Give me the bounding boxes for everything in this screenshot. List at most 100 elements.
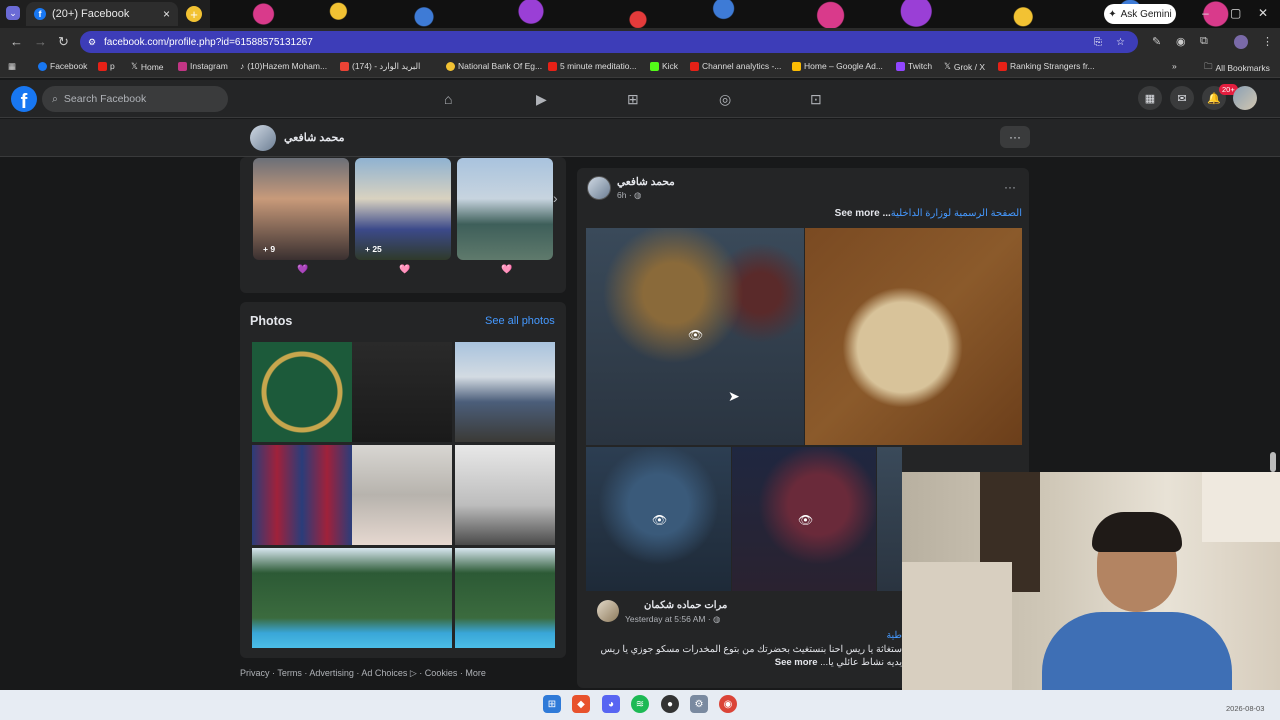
- ask-gemini-button[interactable]: ✦ Ask Gemini: [1104, 4, 1176, 24]
- profile-avatar[interactable]: [250, 125, 276, 151]
- browser-tab-strip: ⌄ f (20+) Facebook × + ✦ Ask Gemini – ▢ ✕: [0, 0, 1280, 28]
- featured-item[interactable]: [457, 158, 553, 260]
- bookmark-label: Instagram: [190, 61, 228, 71]
- messenger-icon[interactable]: ✉: [1170, 86, 1194, 110]
- profile-more-button[interactable]: ···: [1000, 126, 1030, 148]
- bookmark-tiktok[interactable]: ♪ (10)Hazem Moham...: [240, 61, 327, 71]
- shared-post-link[interactable]: طية: [590, 630, 902, 641]
- photo-thumbnail[interactable]: [352, 342, 452, 442]
- bookmark-channel-analytics[interactable]: Channel analytics -...: [690, 61, 781, 71]
- blurred-post-image[interactable]: 👁: [586, 228, 804, 445]
- post-menu-button[interactable]: ···: [1004, 180, 1016, 194]
- hidden-content-eye-icon[interactable]: 👁: [652, 513, 667, 527]
- reload-icon[interactable]: ↻: [58, 34, 69, 50]
- home-icon[interactable]: ⌂: [444, 91, 452, 107]
- gaming-icon[interactable]: ⊡: [810, 91, 822, 108]
- tab-close-icon[interactable]: ×: [163, 7, 170, 21]
- photo-thumbnail[interactable]: [352, 548, 452, 648]
- hidden-content-eye-icon[interactable]: 👁: [798, 513, 813, 527]
- bookmark-national-bank[interactable]: National Bank Of Eg...: [446, 61, 542, 71]
- shared-post-timestamp[interactable]: Yesterday at 5:56 AM · ◍: [625, 614, 720, 625]
- address-bar[interactable]: ⚙ facebook.com/profile.php?id=6158857513…: [80, 31, 1138, 53]
- hidden-content-eye-icon[interactable]: 👁: [688, 328, 703, 342]
- bookmark-twitch[interactable]: Twitch: [896, 61, 932, 71]
- apps-grid-icon[interactable]: ▦: [8, 61, 16, 72]
- all-bookmarks-folder[interactable]: 🗀 All Bookmarks: [1204, 61, 1270, 75]
- account-avatar[interactable]: [1233, 86, 1257, 110]
- browser-tab-facebook[interactable]: f (20+) Facebook ×: [26, 2, 178, 26]
- photo-thumbnail[interactable]: [455, 548, 555, 648]
- bookmark-grok[interactable]: 𝕏 Grok / X: [944, 61, 985, 72]
- shared-see-more-link[interactable]: See more: [775, 657, 818, 668]
- marketplace-icon[interactable]: ⊞: [627, 91, 639, 108]
- bookmark-label: Ranking Strangers fr...: [1010, 61, 1095, 71]
- browser-menu-icon[interactable]: ⋮: [1262, 35, 1273, 48]
- bookmark-kick[interactable]: Kick: [650, 61, 678, 71]
- shared-post-avatar[interactable]: [597, 600, 619, 622]
- forward-icon[interactable]: →: [34, 34, 47, 49]
- photo-thumbnail[interactable]: [455, 342, 555, 442]
- scrollbar-thumb[interactable]: [1270, 452, 1276, 472]
- post-timestamp[interactable]: 6h · ◍: [617, 190, 641, 201]
- minimize-icon[interactable]: –: [1202, 6, 1209, 20]
- groups-icon[interactable]: ◎: [719, 91, 731, 108]
- bookmark-meditation[interactable]: 5 minute meditatio...: [548, 61, 637, 71]
- see-more-link[interactable]: See more ...: [835, 208, 891, 219]
- profile-name[interactable]: محمد شافعي: [284, 131, 344, 144]
- back-icon[interactable]: ←: [10, 34, 23, 49]
- bookmark-google-ads[interactable]: Home – Google Ad...: [792, 61, 883, 71]
- extension-icon[interactable]: ✎: [1152, 35, 1161, 48]
- spotify-icon[interactable]: ≋: [631, 695, 649, 713]
- photo-thumbnail[interactable]: [352, 445, 452, 545]
- featured-item[interactable]: + 9: [253, 158, 349, 260]
- post-image-hand[interactable]: [805, 228, 1022, 445]
- shared-post-author[interactable]: مرات حماده شكمان: [644, 600, 727, 611]
- windows-start-icon[interactable]: ⊞: [543, 695, 561, 713]
- blurred-post-image[interactable]: 👁: [732, 447, 876, 591]
- post-author-avatar[interactable]: [587, 176, 611, 200]
- close-window-icon[interactable]: ✕: [1258, 6, 1268, 20]
- post-text: See more ...الصفحة الرسمية لوزارة الداخل…: [586, 208, 1022, 219]
- install-app-icon[interactable]: ⎘: [1094, 37, 1102, 48]
- post-mention-link[interactable]: الصفحة الرسمية لوزارة الداخلية: [891, 208, 1022, 219]
- footer-links[interactable]: Privacy · Terms · Advertising · Ad Choic…: [240, 668, 486, 679]
- blurred-post-image[interactable]: [877, 447, 902, 591]
- video-icon[interactable]: ▶: [536, 91, 547, 108]
- vpn-extension-icon[interactable]: ◉: [1176, 35, 1186, 48]
- see-all-photos-link[interactable]: See all photos: [485, 315, 555, 327]
- featured-count: + 25: [365, 244, 382, 254]
- facebook-logo[interactable]: f: [11, 86, 37, 112]
- bookmark-star-icon[interactable]: ☆: [1116, 37, 1125, 48]
- menu-grid-icon[interactable]: ▦: [1138, 86, 1162, 110]
- photo-thumbnail[interactable]: [252, 342, 352, 442]
- bookmark-instagram[interactable]: Instagram: [178, 61, 228, 71]
- photo-thumbnail[interactable]: [252, 548, 352, 648]
- shared-post-text-line: See more ...يديه نشاط عائلي يا: [590, 657, 902, 668]
- bookmark-gmail[interactable]: (174) - البريد الوارد: [340, 61, 420, 72]
- featured-item[interactable]: + 25: [355, 158, 451, 260]
- bookmark-facebook[interactable]: Facebook: [38, 61, 87, 71]
- blurred-post-image[interactable]: 👁: [586, 447, 731, 591]
- extensions-puzzle-icon[interactable]: ⧉: [1200, 35, 1208, 48]
- new-tab-button[interactable]: +: [186, 6, 202, 22]
- search-input[interactable]: ⌕ Search Facebook: [42, 86, 228, 112]
- bookmark-x-home[interactable]: 𝕏 Home: [131, 61, 164, 72]
- chrome-icon[interactable]: ◉: [719, 695, 737, 713]
- post-author-name[interactable]: محمد شافعي: [617, 176, 675, 188]
- featured-count: + 9: [263, 244, 276, 254]
- bookmark-ranking-strangers[interactable]: Ranking Strangers fr...: [998, 61, 1095, 71]
- bookmark-p[interactable]: p: [98, 61, 115, 71]
- bookmarks-overflow-icon[interactable]: »: [1172, 61, 1177, 71]
- discord-icon[interactable]: ◕: [602, 695, 620, 713]
- chevron-right-icon[interactable]: ›: [553, 190, 558, 206]
- brave-browser-icon[interactable]: ◆: [572, 695, 590, 713]
- settings-gear-icon[interactable]: ⚙: [690, 695, 708, 713]
- obs-icon[interactable]: ●: [661, 695, 679, 713]
- bookmark-label: 5 minute meditatio...: [560, 61, 637, 71]
- photo-thumbnail[interactable]: [455, 445, 555, 545]
- maximize-icon[interactable]: ▢: [1230, 6, 1241, 20]
- photo-thumbnail[interactable]: [252, 445, 352, 545]
- profile-avatar-icon[interactable]: [1234, 35, 1248, 49]
- site-info-icon[interactable]: ⚙: [88, 37, 96, 48]
- tab-search-icon[interactable]: ⌄: [6, 6, 20, 20]
